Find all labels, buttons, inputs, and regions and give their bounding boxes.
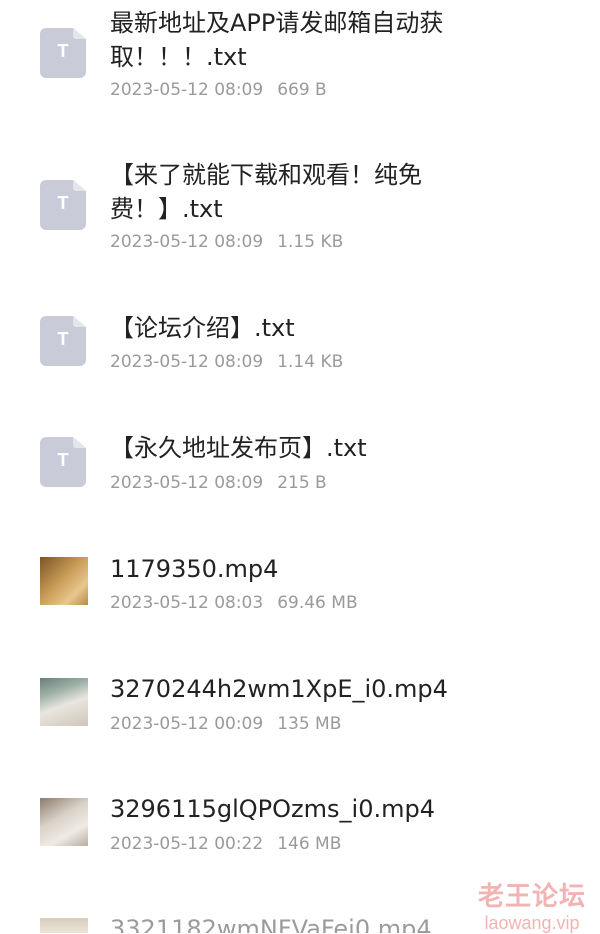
watermark: 老王论坛 laowang.vip: [478, 876, 586, 934]
file-size: 215 B: [277, 473, 327, 493]
file-meta: 2023-05-12 08:09 1.14 KB: [110, 352, 343, 372]
file-size: 1.14 KB: [277, 352, 344, 372]
file-meta: 2023-05-12 08:09 1.15 KB: [110, 232, 343, 252]
text-file-icon: T: [40, 180, 86, 230]
file-date: 2023-05-12 08:09: [110, 80, 264, 100]
file-name: 3270244h2wm1XpE_i0.mp4: [110, 675, 448, 703]
watermark-url: laowang.vip: [484, 913, 580, 933]
file-name: 1179350.mp4: [110, 555, 279, 583]
file-name: 【论坛介绍】.txt: [110, 314, 295, 342]
text-file-icon: T: [40, 437, 86, 487]
watermark-title: 老王论坛: [477, 882, 586, 912]
file-date: 2023-05-12 08:09: [110, 473, 264, 493]
video-thumbnail: [40, 557, 88, 605]
text-file-icon: T: [40, 28, 86, 78]
file-size: 669 B: [277, 80, 327, 100]
file-name: 最新地址及APP请发邮箱自动获取！！！.txt: [110, 9, 444, 71]
file-size: 1.15 KB: [277, 232, 344, 252]
file-meta: 2023-05-12 08:09 215 B: [110, 473, 327, 493]
file-size: 135 MB: [277, 714, 342, 734]
file-date: 2023-05-12 00:09: [110, 714, 264, 734]
file-date: 2023-05-12 00:22: [110, 834, 264, 854]
file-date: 2023-05-12 08:09: [110, 232, 264, 252]
video-thumbnail: [40, 798, 88, 846]
file-name: 【永久地址发布页】.txt: [110, 434, 367, 462]
text-file-icon: T: [40, 316, 86, 366]
file-name: 3296115glQPOzms_i0.mp4: [110, 795, 435, 823]
file-meta: 2023-05-12 00:22 146 MB: [110, 834, 341, 854]
file-name: 【来了就能下载和观看！纯免费！】.txt: [110, 161, 422, 223]
file-date: 2023-05-12 08:09: [110, 352, 264, 372]
file-date: 2023-05-12 08:03: [110, 593, 264, 613]
file-meta: 2023-05-12 08:03 69.46 MB: [110, 593, 358, 613]
file-meta: 2023-05-12 08:09 669 B: [110, 80, 327, 100]
file-meta: 2023-05-12 00:09 135 MB: [110, 714, 341, 734]
file-size: 146 MB: [277, 834, 342, 854]
video-thumbnail: [40, 678, 88, 726]
file-size: 69.46 MB: [277, 593, 358, 613]
